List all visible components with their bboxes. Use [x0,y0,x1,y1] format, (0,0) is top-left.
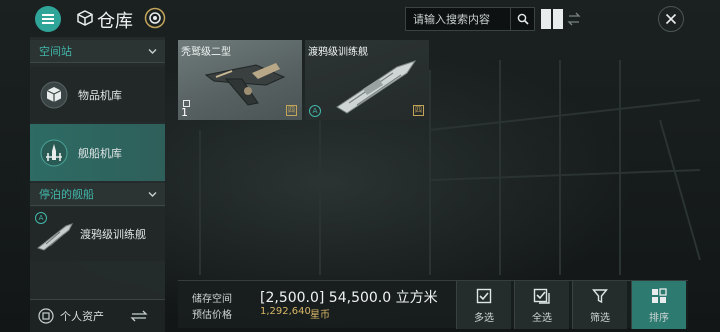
transfer-arrows-icon [130,310,148,322]
inventory-item[interactable]: 渡鸦级训练舰 A 四 [305,40,429,120]
price-value: 1,292,640 [260,306,311,317]
sort-grid-icon [652,288,667,303]
page-title: 仓库 [97,11,133,32]
price-label: 预估价格 [192,310,232,321]
top-bar: 仓库 [0,0,720,37]
inventory-item[interactable]: 秃鹫级二型 1 四 [178,40,302,120]
sidebar-item-item-hangar[interactable]: 物品机库 [30,67,165,122]
item-hangar-icon [40,81,68,108]
sidebar-item-ship-hangar[interactable]: 舰船机库 [30,124,165,181]
grid-view-toggle[interactable] [541,9,563,29]
docked-ship-item[interactable]: A 渡鸦级训练舰 [30,207,165,261]
search-button[interactable] [510,8,534,30]
sidebar-item-label: 物品机库 [78,88,122,102]
alpha-badge: A [309,105,321,117]
grid-view-icon [541,9,551,29]
cube-icon [77,10,93,26]
raven-ship-image [336,60,417,114]
sidebar-item-label: 舰船机库 [78,146,122,160]
assets-label: 个人资产 [60,310,104,323]
checkbox-icon [476,288,492,304]
raven-ship-icon [36,223,73,251]
multi-select-button[interactable]: 多选 [456,281,511,329]
search-box [405,7,535,31]
docked-section-header[interactable]: 停泊的舰船 [30,183,165,206]
storage-value: [2,500.0] 54,500.0 立方米 [260,290,438,306]
close-button[interactable] [658,6,684,32]
filter-icon [592,289,608,304]
sort-button[interactable]: 排序 [631,281,686,329]
select-all-icon [533,288,550,304]
item-quantity: 1 [181,106,188,119]
close-icon [665,13,677,25]
ship-hangar-icon [40,139,68,166]
tech-level-tag: 四 [286,105,297,116]
hamburger-icon [42,18,54,20]
docked-ship-label: 渡鸦级训练舰 [80,228,146,241]
target-ring-icon[interactable] [144,7,166,29]
swap-arrows-icon[interactable] [567,10,581,28]
chevron-down-icon [148,192,157,197]
tech-level-tag: 四 [413,105,424,116]
personal-assets-button[interactable]: 个人资产 [30,299,165,332]
assets-icon [38,308,54,324]
price-unit: 星币 [310,310,330,321]
select-all-button[interactable]: 全选 [514,281,569,329]
station-section-header[interactable]: 空间站 [30,40,165,63]
search-input[interactable] [406,8,510,30]
search-icon [517,13,529,25]
menu-button[interactable] [35,6,61,32]
sidebar: 空间站 物品机库 舰船机库 停泊的舰船 A 渡鸦级训练舰 个人资产 [30,37,165,332]
summary-bar: 储存空间 预估价格 [2,500.0] 54,500.0 立方米 1,292,6… [178,280,688,329]
filter-button[interactable]: 筛选 [572,281,627,329]
storage-label: 储存空间 [192,294,232,305]
chevron-down-icon [148,49,157,54]
vulture-ship-image [204,63,286,106]
